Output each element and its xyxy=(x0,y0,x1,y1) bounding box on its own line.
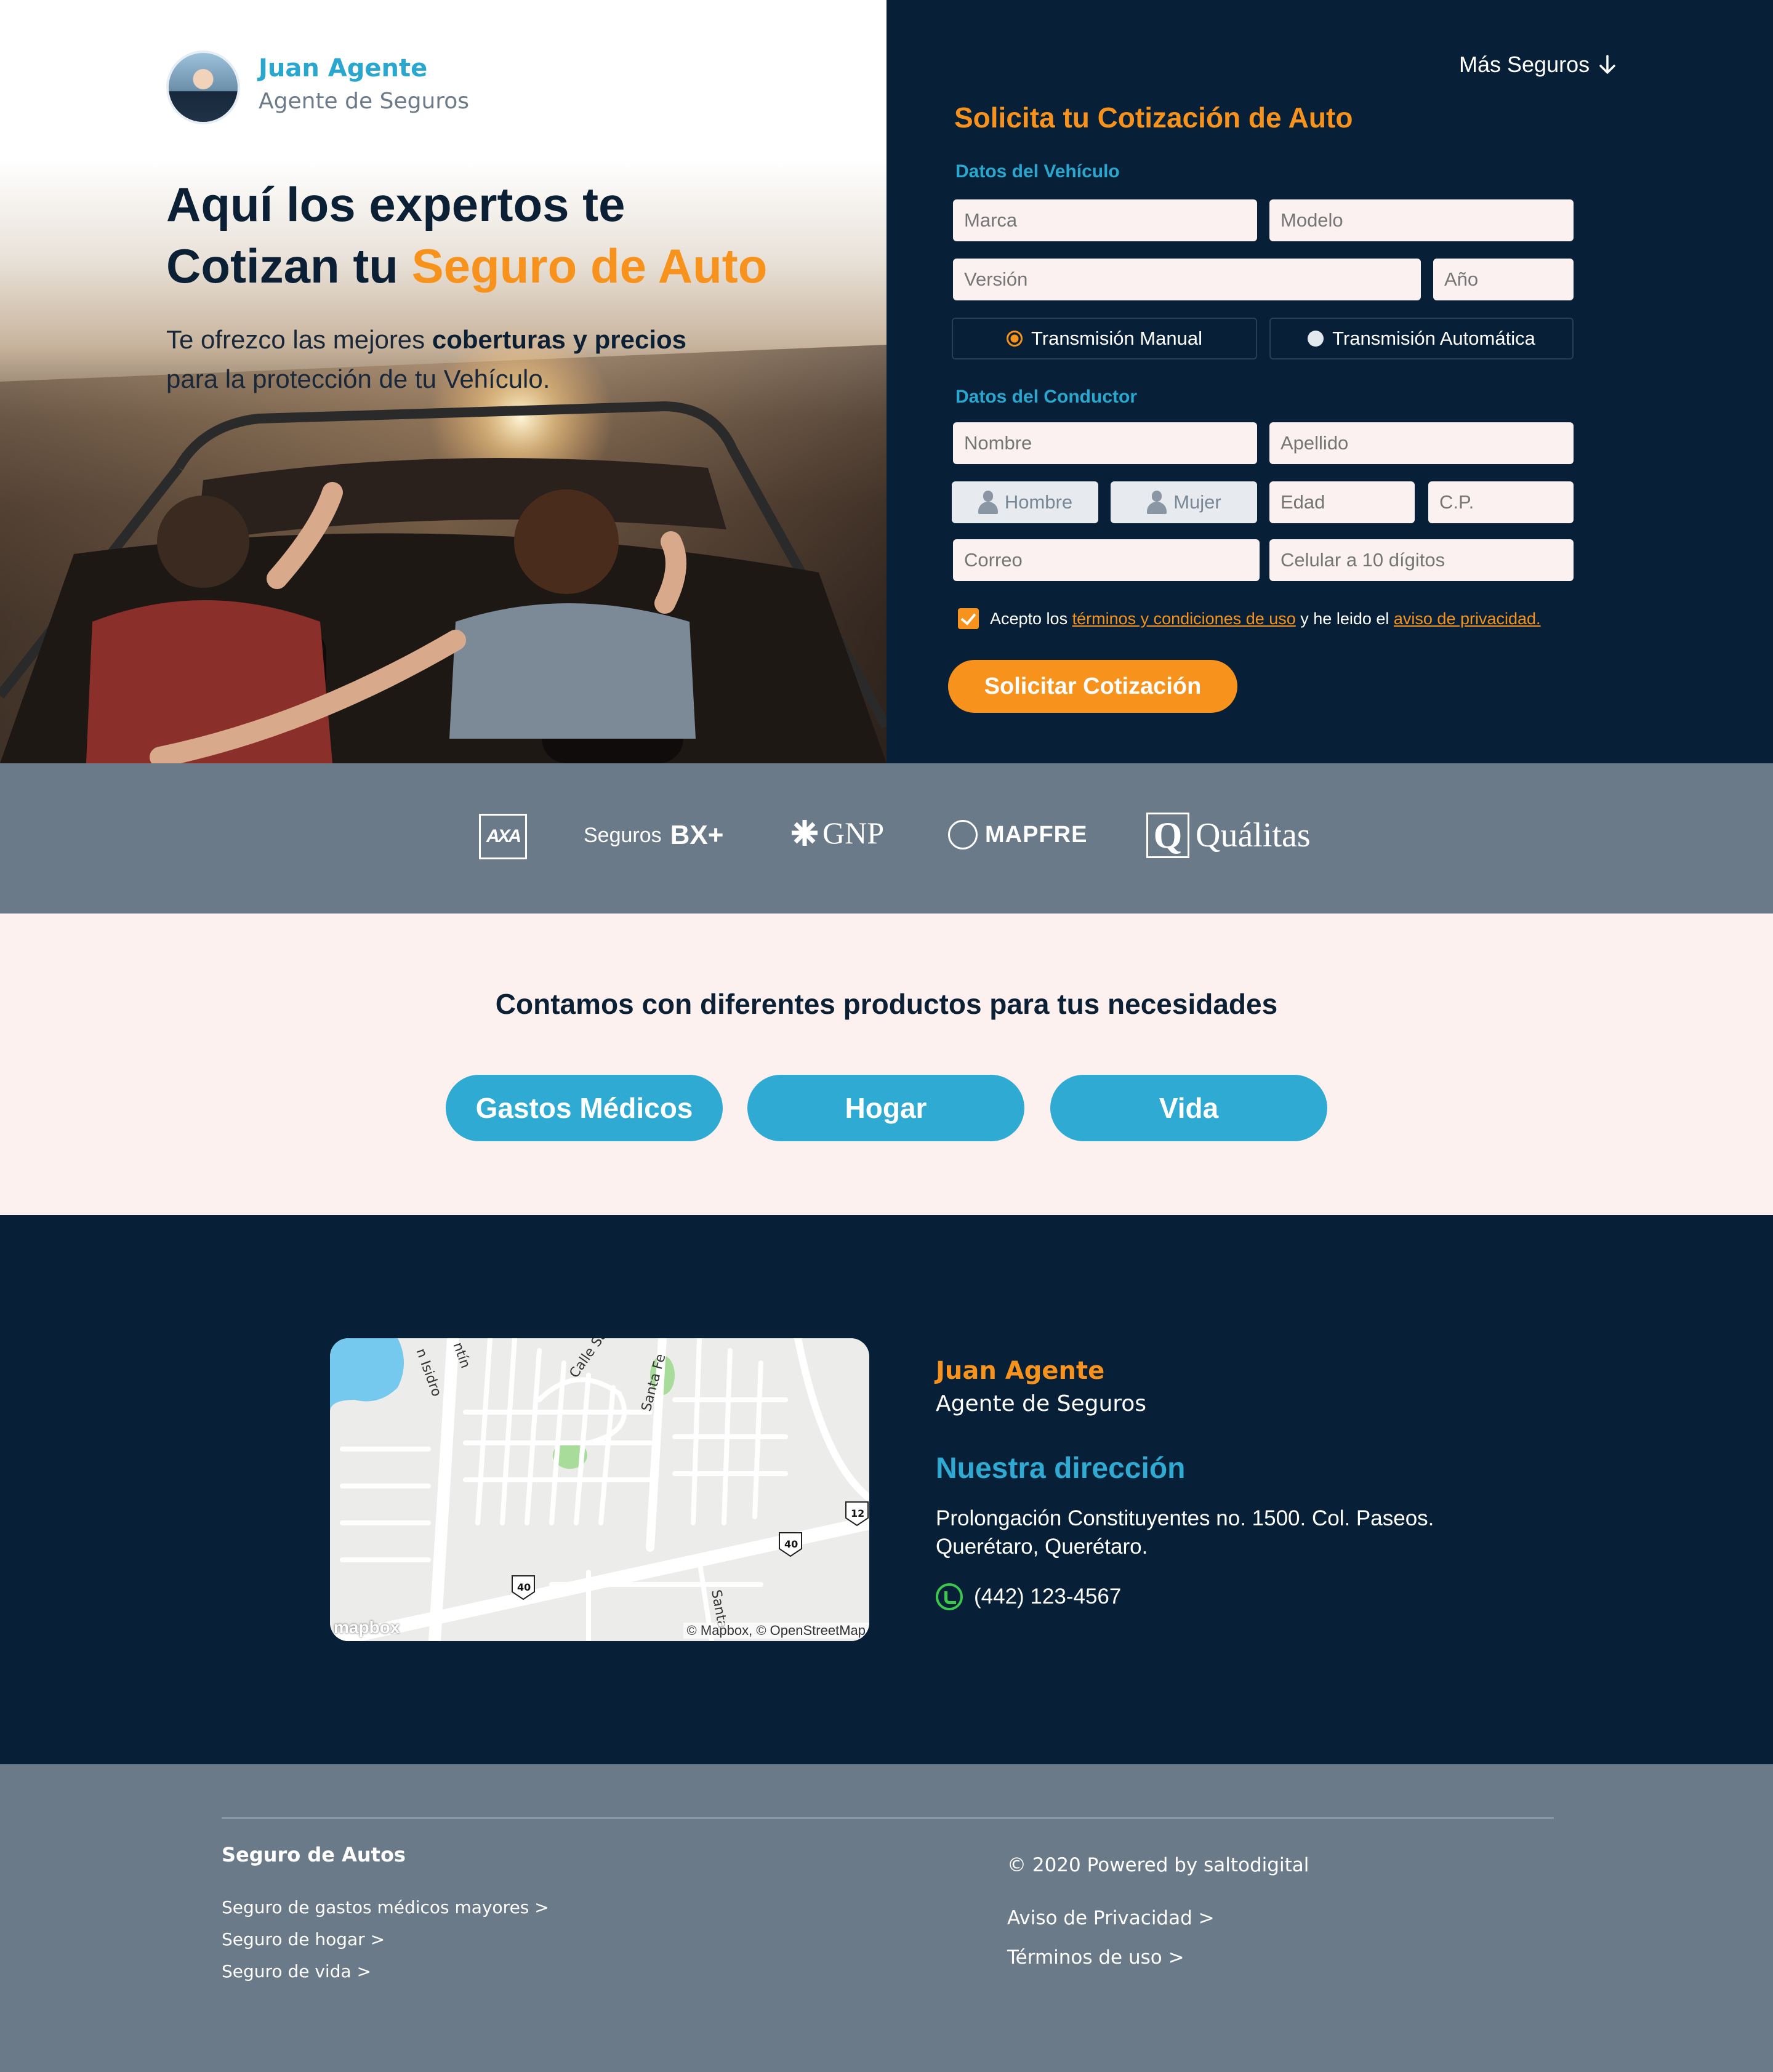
version-field[interactable] xyxy=(953,259,1421,300)
contact-agent-name: Juan Agente xyxy=(936,1357,1105,1385)
insurers-strip: AXA Seguros BX+ GNP MAPFRE Q Quálitas xyxy=(0,763,1773,914)
location-map[interactable]: Calle Sa Santa Fe n Isidro ntín Santa 12… xyxy=(330,1338,869,1641)
contact-agent-role: Agente de Seguros xyxy=(936,1391,1147,1416)
terms-acceptance: Acepto los términos y condiciones de uso… xyxy=(958,608,1541,629)
more-insurance-label: Más Seguros xyxy=(1459,52,1590,77)
hero-subtitle: Te ofrezco las mejores coberturas y prec… xyxy=(166,320,813,399)
year-field[interactable] xyxy=(1433,259,1574,300)
gnp-logo: GNP xyxy=(790,815,884,851)
qualitas-mark: Q xyxy=(1146,813,1189,858)
phone-contact[interactable]: (442) 123-4567 xyxy=(936,1583,1121,1610)
qualitas-logo-text: Quálitas xyxy=(1196,816,1311,854)
products-section: Contamos con diferentes productos para t… xyxy=(0,914,1773,1215)
footer-copyright: © 2020 Powered by saltodigital xyxy=(1007,1854,1309,1876)
product-hogar-button[interactable]: Hogar xyxy=(747,1075,1024,1141)
agent-name: Juan Agente xyxy=(259,54,428,82)
hero-sub-line2: para la protección de tu Vehículo. xyxy=(166,364,550,393)
bx-logo: Seguros BX+ xyxy=(584,820,723,851)
product-gastos-medicos-button[interactable]: Gastos Médicos xyxy=(446,1075,723,1141)
transmission-manual-option[interactable]: Transmisión Manual xyxy=(952,318,1257,359)
address-text: Prolongación Constituyentes no. 1500. Co… xyxy=(936,1504,1490,1561)
gnp-logo-text: GNP xyxy=(822,816,885,850)
transmission-automatic-option[interactable]: Transmisión Automática xyxy=(1269,318,1574,359)
more-insurance-link[interactable]: Más Seguros xyxy=(1459,52,1617,78)
agent-avatar xyxy=(166,50,240,124)
arrow-down-icon xyxy=(1599,55,1615,74)
footer-link-gastos-medicos[interactable]: Seguro de gastos médicos mayores > xyxy=(222,1897,549,1917)
female-person-icon xyxy=(1146,491,1167,514)
correo-field[interactable] xyxy=(953,539,1260,581)
terms-middle: y he leido el xyxy=(1295,609,1394,628)
axa-logo: AXA xyxy=(479,814,527,859)
gender-female-button[interactable]: Mujer xyxy=(1111,481,1257,523)
qualitas-logo: Q Quálitas xyxy=(1146,813,1311,858)
products-title: Contamos con diferentes productos para t… xyxy=(495,988,1278,1020)
product-vida-button[interactable]: Vida xyxy=(1050,1075,1327,1141)
footer-link-vida[interactable]: Seguro de vida > xyxy=(222,1961,371,1982)
map-shield-12: 12 xyxy=(851,1508,864,1519)
marca-field[interactable] xyxy=(953,199,1257,241)
gender-male-label: Hombre xyxy=(1004,491,1073,513)
footer-heading: Seguro de Autos xyxy=(222,1843,406,1866)
mapfre-logo-text: MAPFRE xyxy=(985,821,1088,848)
bx-logo-mark: BX+ xyxy=(670,820,724,850)
hero-title-line1: Aquí los expertos te xyxy=(166,177,625,231)
submit-quote-button[interactable]: Solicitar Cotización xyxy=(948,660,1237,713)
map-shield-40-a: 40 xyxy=(784,1538,798,1550)
map-tiles: Calle Sa Santa Fe n Isidro ntín Santa 12… xyxy=(330,1338,869,1641)
apellido-field[interactable] xyxy=(1269,422,1574,464)
modelo-field[interactable] xyxy=(1269,199,1574,241)
whatsapp-icon xyxy=(936,1583,963,1610)
terms-checkbox[interactable] xyxy=(958,608,979,629)
gender-male-button[interactable]: Hombre xyxy=(952,481,1098,523)
transmission-automatic-label: Transmisión Automática xyxy=(1332,327,1535,349)
hero-title-accent: Seguro de Auto xyxy=(411,239,768,293)
hero-image-panel: Juan Agente Agente de Seguros Aquí los e… xyxy=(0,0,886,763)
radio-unselected-icon xyxy=(1308,331,1324,347)
map-shield-40-b: 40 xyxy=(517,1581,531,1593)
hero-title-line2: Cotizan tu xyxy=(166,239,412,293)
mapfre-logo: MAPFRE xyxy=(948,820,1087,849)
edad-field[interactable] xyxy=(1269,481,1415,523)
gnp-star-icon xyxy=(792,820,818,846)
hero-sub-prefix: Te ofrezco las mejores xyxy=(166,325,432,354)
map-attribution[interactable]: © Mapbox, © OpenStreetMap xyxy=(683,1623,869,1639)
footer-terms-link[interactable]: Términos de uso > xyxy=(1007,1946,1184,1969)
transmission-manual-label: Transmisión Manual xyxy=(1031,327,1202,349)
privacy-link[interactable]: aviso de privacidad. xyxy=(1394,609,1541,628)
contact-section: Calle Sa Santa Fe n Isidro ntín Santa 12… xyxy=(0,1215,1773,1764)
celular-field[interactable] xyxy=(1269,539,1574,581)
terms-prefix: Acepto los xyxy=(990,609,1072,628)
footer-divider xyxy=(222,1817,1554,1819)
address-line1: Prolongación Constituyentes no. 1500. Co… xyxy=(936,1506,1434,1530)
mapfre-mark-icon xyxy=(948,820,978,849)
radio-selected-icon xyxy=(1007,331,1023,347)
agent-role: Agente de Seguros xyxy=(259,89,470,114)
hero-title: Aquí los expertos te Cotizan tu Seguro d… xyxy=(166,174,843,297)
driver-section-label: Datos del Conductor xyxy=(955,387,1138,407)
hero-section: Juan Agente Agente de Seguros Aquí los e… xyxy=(0,0,1773,763)
cp-field[interactable] xyxy=(1428,481,1574,523)
hero-sub-bold: coberturas y precios xyxy=(432,325,687,354)
vehicle-section-label: Datos del Vehículo xyxy=(955,161,1120,182)
footer: Seguro de Autos Seguro de gastos médicos… xyxy=(0,1764,1773,2072)
bx-logo-prefix: Seguros xyxy=(584,823,662,847)
male-person-icon xyxy=(978,491,999,514)
form-title: Solicita tu Cotización de Auto xyxy=(954,102,1353,134)
terms-link[interactable]: términos y condiciones de uso xyxy=(1072,609,1296,628)
footer-privacy-link[interactable]: Aviso de Privacidad > xyxy=(1007,1907,1215,1929)
address-line2: Querétaro, Querétaro. xyxy=(936,1535,1148,1559)
terms-text: Acepto los términos y condiciones de uso… xyxy=(990,609,1541,628)
footer-link-hogar[interactable]: Seguro de hogar > xyxy=(222,1929,385,1950)
mapbox-logo: mapbox xyxy=(334,1618,400,1637)
phone-number: (442) 123-4567 xyxy=(974,1584,1122,1608)
nombre-field[interactable] xyxy=(953,422,1257,464)
gender-female-label: Mujer xyxy=(1173,491,1221,513)
address-title: Nuestra dirección xyxy=(936,1452,1186,1485)
